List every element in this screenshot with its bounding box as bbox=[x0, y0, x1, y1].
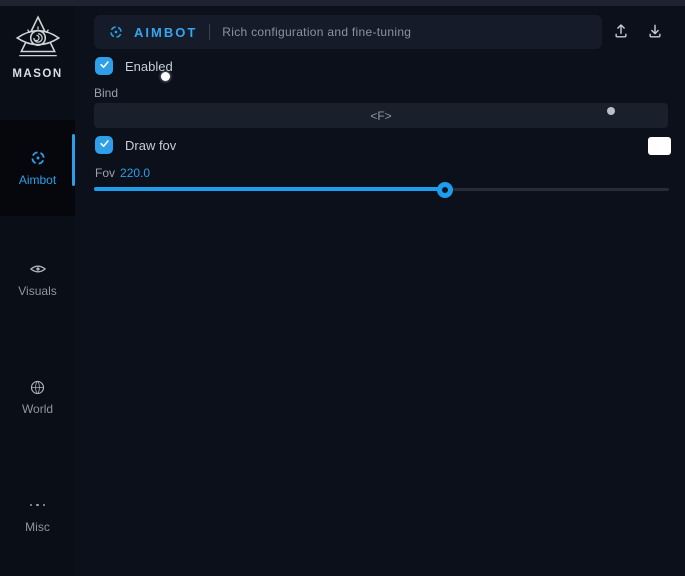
export-config-button[interactable] bbox=[608, 19, 634, 45]
sidebar-item-label: Visuals bbox=[18, 284, 56, 298]
fov-slider-fill bbox=[94, 187, 445, 191]
import-config-button[interactable] bbox=[642, 19, 668, 45]
sidebar-item-aimbot[interactable]: Aimbot bbox=[0, 120, 75, 216]
fov-slider[interactable] bbox=[94, 182, 669, 198]
app-window: MASON Aimbot Visuals bbox=[0, 0, 685, 576]
eye-icon bbox=[29, 260, 47, 278]
sidebar-item-misc[interactable]: Misc bbox=[0, 488, 75, 542]
main-panel: AIMBOT Rich configuration and fine-tunin… bbox=[75, 6, 685, 576]
bind-label: Bind bbox=[94, 86, 118, 100]
crosshair-icon bbox=[29, 149, 47, 167]
sidebar: MASON Aimbot Visuals bbox=[0, 6, 75, 576]
page-subtitle: Rich configuration and fine-tuning bbox=[222, 25, 411, 39]
draw-fov-checkbox[interactable] bbox=[95, 136, 113, 154]
brand-logo: MASON bbox=[0, 14, 75, 80]
sidebar-item-label: Misc bbox=[25, 520, 50, 534]
fov-slider-thumb[interactable] bbox=[437, 182, 453, 198]
bind-input[interactable]: <F> bbox=[94, 103, 668, 128]
draw-fov-row: Draw fov bbox=[95, 136, 176, 154]
fov-label-row: Fov 220.0 bbox=[95, 166, 150, 180]
ellipsis-icon bbox=[30, 496, 46, 514]
check-icon bbox=[99, 136, 110, 154]
cursor-trail-dot bbox=[607, 107, 615, 115]
brand-name: MASON bbox=[12, 68, 62, 80]
check-icon bbox=[99, 57, 110, 75]
draw-fov-label: Draw fov bbox=[125, 138, 176, 153]
page-header: AIMBOT Rich configuration and fine-tunin… bbox=[94, 15, 602, 49]
fov-value: 220.0 bbox=[120, 166, 150, 180]
mason-eye-pyramid-icon bbox=[13, 14, 63, 64]
bind-value: <F> bbox=[370, 109, 391, 123]
crosshair-icon bbox=[108, 24, 124, 40]
enabled-checkbox[interactable] bbox=[95, 57, 113, 75]
fov-label: Fov bbox=[95, 166, 115, 180]
enabled-row: Enabled bbox=[95, 57, 173, 75]
page-title: AIMBOT bbox=[134, 25, 197, 40]
download-icon bbox=[646, 22, 664, 43]
sidebar-item-label: World bbox=[22, 402, 53, 416]
fov-color-swatch[interactable] bbox=[648, 137, 671, 155]
mouse-cursor-dot bbox=[161, 72, 170, 81]
sidebar-item-label: Aimbot bbox=[19, 173, 56, 187]
upload-icon bbox=[612, 22, 630, 43]
sidebar-item-world[interactable]: World bbox=[0, 370, 75, 424]
globe-icon bbox=[29, 378, 46, 396]
header-divider bbox=[209, 24, 210, 40]
sidebar-item-visuals[interactable]: Visuals bbox=[0, 252, 75, 306]
